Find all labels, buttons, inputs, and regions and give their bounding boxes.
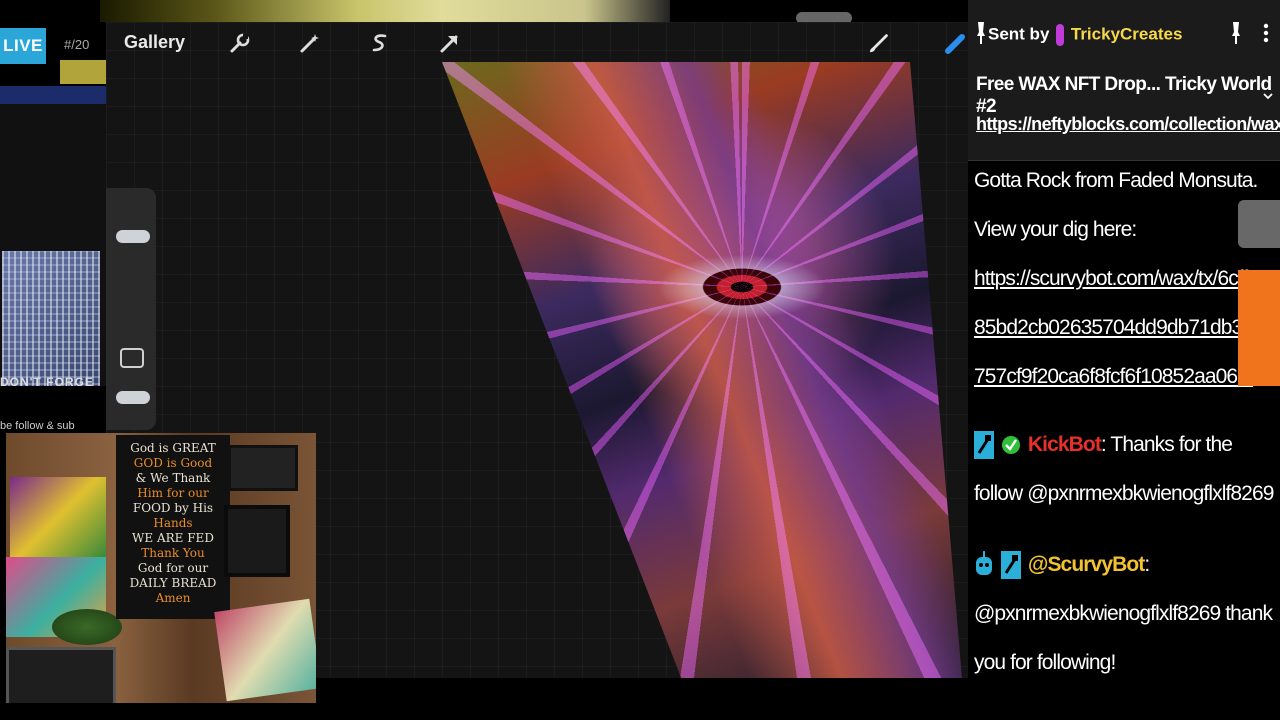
chat-message: Gotta Rock from Faded Monsuta. View your… [974,156,1274,401]
magic-wand-icon[interactable] [298,31,322,55]
sign-line: Thank You [141,546,205,560]
live-extra-text: #/20 [64,37,90,52]
top-light-strip [100,0,670,22]
picture-frame [228,445,298,491]
message-text: Gotta Rock from Faded Monsuta. View your… [974,169,1258,241]
sender-name[interactable]: TrickyCreates [1071,24,1183,43]
pinned-title: Free WAX NFT Drop... Tricky World #2 [976,74,1272,117]
smudge-icon[interactable] [944,31,968,55]
sign-line: WE ARE FED [132,531,214,545]
wall-sign: God is GREAT GOD is Good & We Thank Him … [116,435,230,619]
sign-line: DAILY BREAD [129,576,217,590]
moderator-badge-icon [974,431,994,460]
mini-window-preview [0,86,106,386]
more-options-icon[interactable] [1262,20,1270,46]
pinned-link[interactable]: https://neftyblocks.com/collection/waxsn… [976,114,1280,135]
chat-message: KickBot: Thanks for the follow @pxnrmexb… [974,420,1274,518]
mini-window-content [2,251,100,386]
dont-forget-text: DON'T FORGE [0,375,94,389]
sign-line: Hands [153,516,193,530]
side-tab[interactable] [1238,200,1280,248]
gallery-button[interactable]: Gallery [124,32,185,53]
wall-painting [214,598,316,702]
verified-badge-icon [1001,436,1020,455]
wrench-icon[interactable] [228,31,252,55]
chat-message: @ScurvyBot: @pxnrmexbkwienogflxlf8269 th… [974,540,1274,687]
sign-line: God is GREAT [130,441,216,455]
live-badge: LIVE [0,28,46,64]
sign-line: Him for our [137,486,209,500]
transform-arrow-icon[interactable] [438,31,462,55]
sign-line: & We Thank [135,471,211,485]
chat-panel: Sent by TrickyCreates Free WAX NFT Drop.… [968,0,1280,720]
chat-author[interactable]: KickBot [1028,433,1102,456]
user-badge-icon [1056,24,1065,46]
brush-size-knob[interactable] [116,230,150,243]
sign-line: God for our [137,561,209,575]
pinned-header: Sent by TrickyCreates [988,22,1182,48]
plant [52,609,122,645]
opacity-knob[interactable] [116,391,150,404]
chat-author[interactable]: @ScurvyBot [1028,553,1145,576]
pinned-message[interactable]: Sent by TrickyCreates Free WAX NFT Drop.… [968,0,1280,161]
webcam-feed: God is GREAT GOD is Good & We Thank Him … [6,433,316,703]
modify-button[interactable] [120,348,144,368]
canvas-artwork[interactable] [442,62,962,678]
moderator-badge-icon [1000,551,1021,580]
sign-line: GOD is Good [133,456,213,470]
unpin-icon[interactable] [1230,20,1242,46]
chevron-down-icon[interactable] [1262,90,1274,102]
accent-tab[interactable] [1238,270,1280,386]
artwork-rays [442,62,962,678]
message-link[interactable]: https://scurvybot.com/wax/tx/6cffc885bd2… [974,267,1274,388]
brush-icon[interactable] [868,31,892,55]
selection-icon[interactable] [368,31,392,55]
follow-hint-text: be follow & sub [0,420,75,432]
left-tile [60,60,106,84]
monitor [6,647,116,703]
brush-size-slider-panel [106,188,156,430]
mini-window-titlebar [0,86,106,104]
sent-by-label: Sent by [988,24,1050,44]
sign-line: Amen [155,591,191,605]
pin-icon [977,22,985,44]
sign-line: FOOD by His [132,501,214,515]
wall-painting [10,477,106,557]
picture-frame [224,505,290,577]
bot-badge-icon [976,551,992,576]
top-toolbar: Gallery [106,22,968,62]
